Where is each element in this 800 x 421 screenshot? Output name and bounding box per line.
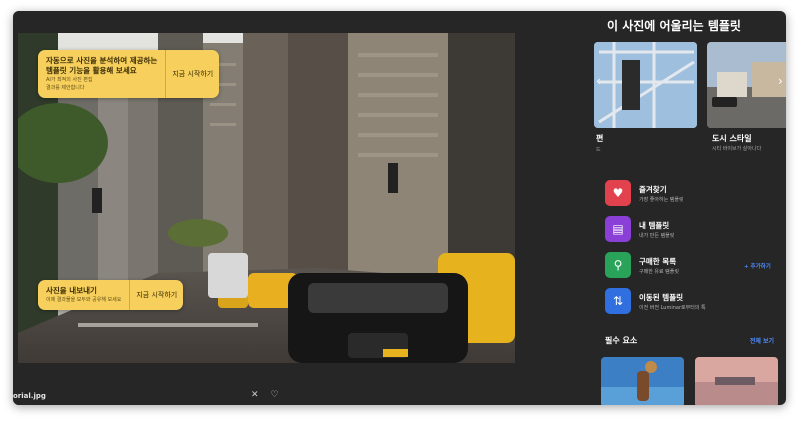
library-favorites[interactable]: ♥ 즐겨찾기 가장 좋아하는 템플릿 — [605, 179, 785, 207]
library-migrated[interactable]: ⇅ 이동된 템플릿 이전 버전 Luminar로부터의 톡 — [605, 287, 785, 315]
library-item-name: 내 템플릿 — [639, 220, 670, 230]
templates-panel: 이 사진에 어울리는 템플릿 ‹ › 편 드 도시 스타일 시티 바이브가 살아… — [588, 11, 786, 405]
photo-canvas-area: 자동으로 사진을 분석하여 제공하는 템플릿 기능을 활용해 보세요 AI가 최… — [13, 11, 583, 405]
app-window: 자동으로 사진을 분석하여 제공하는 템플릿 기능을 활용해 보세요 AI가 최… — [13, 11, 786, 405]
carousel-prev-arrow[interactable]: ‹ — [596, 74, 601, 88]
bottom-toolbar: ✕ ♡ — [251, 390, 279, 400]
tip-line-1: 자동으로 사진을 분석하여 제공하는 — [46, 56, 158, 65]
library-item-name: 이동된 템플릿 — [639, 292, 684, 302]
template-thumbnail-1 — [594, 42, 697, 128]
tip-text: 자동으로 사진을 분석하여 제공하는 템플릿 기능을 활용해 보세요 AI가 최… — [38, 50, 167, 98]
add-button[interactable]: + 추가하기 — [744, 262, 771, 270]
library-item-desc: 구매한 유료 템플릿 — [639, 268, 679, 275]
heart-icon[interactable]: ♡ — [271, 390, 279, 400]
library-item-name: 즐겨찾기 — [639, 184, 667, 194]
see-all-link[interactable]: 전체 보기 — [750, 336, 774, 345]
library-item-desc: 내가 만든 템플릿 — [639, 232, 675, 239]
tip-sub-2: 결과를 제안합니다 — [46, 85, 85, 91]
template-thumbnail-2 — [707, 42, 786, 128]
auto-template-tip: 자동으로 사진을 분석하여 제공하는 템플릿 기능을 활용해 보세요 AI가 최… — [38, 50, 220, 98]
heart-icon: ♥ — [605, 180, 631, 206]
close-icon[interactable]: ✕ — [251, 390, 259, 400]
panel-title: 이 사진에 어울리는 템플릿 — [607, 19, 741, 33]
tip-start-button[interactable]: 지금 시작하기 — [166, 50, 219, 98]
export-tip-text: 사진을 내보내기 이제 결과물을 모두와 공유해 보세요 — [38, 280, 131, 310]
export-tip-line-1: 사진을 내보내기 — [46, 286, 97, 295]
template-desc-2: 시티 바이브가 살아나다 — [712, 146, 762, 152]
migrated-icon: ⇅ — [605, 288, 631, 314]
my-templates-icon: ▤ — [605, 216, 631, 242]
library-item-desc: 이전 버전 Luminar로부터의 톡 — [639, 304, 706, 311]
template-name-1: 편 — [596, 134, 604, 143]
essentials-card-2[interactable] — [695, 357, 778, 405]
export-tip: 사진을 내보내기 이제 결과물을 모두와 공유해 보세요 지금 시작하기 — [38, 280, 184, 310]
essentials-thumbnail-2 — [695, 357, 778, 405]
essentials-thumbnail-1 — [601, 357, 684, 405]
essentials-section-title: 필수 요소 — [605, 336, 638, 345]
file-name: orial.jpg — [13, 392, 46, 400]
template-desc-1: 드 — [596, 147, 601, 153]
essentials-card-1[interactable] — [601, 357, 684, 405]
tip-sub-1: AI가 최적의 사진 편집 — [46, 77, 93, 83]
library-my-templates[interactable]: ▤ 내 템플릿 내가 만든 템플릿 — [605, 215, 785, 243]
export-tip-sub: 이제 결과물을 모두와 공유해 보세요 — [46, 297, 122, 303]
carousel-next-arrow[interactable]: › — [778, 74, 783, 88]
template-card-1[interactable] — [594, 42, 697, 128]
template-name-2: 도시 스타일 — [712, 134, 752, 143]
tip-line-2: 템플릿 기능을 활용해 보세요 — [46, 66, 137, 75]
library-item-desc: 가장 좋아하는 템플릿 — [639, 196, 684, 203]
export-tip-start-button[interactable]: 지금 시작하기 — [130, 280, 183, 310]
purchased-icon: ⚲ — [605, 252, 631, 278]
library-item-name: 구매한 목록 — [639, 256, 677, 266]
template-card-2[interactable] — [707, 42, 786, 128]
